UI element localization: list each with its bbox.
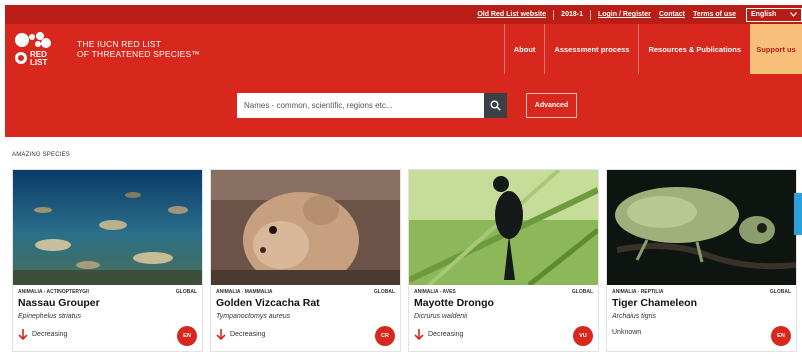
population-trend: Decreasing — [216, 329, 265, 340]
scope-label: GLOBAL — [373, 289, 395, 295]
taxonomy-label: ANIMALIA - MAMMALIA — [216, 289, 273, 295]
chevron-down-icon — [790, 12, 797, 17]
nav-resources-publications[interactable]: Resources & Publications — [638, 24, 750, 74]
old-site-link[interactable]: Old Red List website — [473, 11, 550, 18]
trend-label: Unknown — [612, 329, 642, 336]
terms-link[interactable]: Terms of use — [689, 11, 740, 18]
common-name[interactable]: Mayotte Drongo — [414, 297, 494, 309]
language-value: English — [751, 11, 777, 18]
divider — [553, 9, 555, 20]
scientific-name: Dicrurus waldenii — [414, 313, 468, 320]
common-name[interactable]: Golden Vizcacha Rat — [216, 297, 320, 309]
species-card[interactable]: ANIMALIA - REPTILIA GLOBAL Tiger Chamele… — [606, 169, 797, 352]
species-card[interactable]: ANIMALIA - AVES GLOBAL Mayotte Drongo Di… — [408, 169, 599, 352]
brand-line-2: OF THREATENED SPECIES™ — [77, 49, 201, 59]
svg-text:LIST: LIST — [30, 58, 47, 67]
section-title: AMAZING SPECIES — [12, 152, 71, 158]
brand-title[interactable]: THE IUCN RED LIST OF THREATENED SPECIES™ — [77, 39, 200, 59]
search-button[interactable] — [484, 93, 507, 118]
feedback-tab[interactable] — [794, 193, 802, 235]
search-band: Names - common, scientific, regions etc.… — [5, 74, 802, 137]
species-photo — [409, 170, 598, 285]
brand-line-1: THE IUCN RED LIST — [77, 39, 162, 49]
arrow-down-icon — [18, 329, 28, 340]
advanced-search-button[interactable]: Advanced — [526, 93, 577, 118]
taxonomy-label: ANIMALIA - AVES — [414, 289, 456, 295]
version-label: 2018-1 — [561, 11, 583, 18]
search-icon — [490, 100, 501, 111]
species-card[interactable]: ANIMALIA - ACTINOPTERYGII GLOBAL Nassau … — [12, 169, 203, 352]
common-name[interactable]: Nassau Grouper — [18, 297, 100, 309]
arrow-down-icon — [414, 329, 424, 340]
scientific-name: Tympanoctomys aureus — [216, 313, 291, 320]
taxonomy-label: ANIMALIA - REPTILIA — [612, 289, 664, 295]
category-badge: VU — [573, 326, 593, 346]
trend-label: Decreasing — [32, 331, 68, 338]
category-badge: CR — [375, 326, 395, 346]
species-photo — [607, 170, 796, 285]
trend-label: Decreasing — [230, 331, 266, 338]
population-trend: Decreasing — [414, 329, 463, 340]
scope-label: GLOBAL — [571, 289, 593, 295]
site-header: RED LIST THE IUCN RED LIST OF THREATENED… — [5, 24, 802, 74]
nav-about[interactable]: About — [503, 24, 545, 74]
scope-label: GLOBAL — [175, 289, 197, 295]
category-badge: EN — [177, 326, 197, 346]
divider — [589, 9, 591, 20]
search-input[interactable]: Names - common, scientific, regions etc.… — [237, 93, 484, 118]
red-list-logo-icon[interactable]: RED LIST — [13, 31, 55, 67]
scientific-name: Epinephelus striatus — [18, 313, 82, 320]
scope-label: GLOBAL — [769, 289, 791, 295]
population-trend: Unknown — [612, 329, 641, 336]
nav-assessment-process[interactable]: Assessment process — [544, 24, 638, 74]
species-photo — [211, 170, 400, 285]
top-utility-bar: Old Red List website 2018-1 Login / Regi… — [5, 5, 802, 24]
language-select[interactable]: English — [746, 7, 802, 22]
species-photo — [13, 170, 202, 285]
arrow-down-icon — [216, 329, 226, 340]
contact-link[interactable]: Contact — [655, 11, 689, 18]
common-name[interactable]: Tiger Chameleon — [612, 297, 697, 309]
scientific-name: Archaius tigris — [612, 313, 656, 320]
login-link[interactable]: Login / Register — [594, 11, 655, 18]
main-nav: About Assessment process Resources & Pub… — [503, 24, 802, 74]
trend-label: Decreasing — [428, 331, 464, 338]
category-badge: EN — [771, 326, 791, 346]
taxonomy-label: ANIMALIA - ACTINOPTERYGII — [18, 289, 89, 295]
nav-support-us[interactable]: Support us — [750, 24, 802, 74]
utility-links: Old Red List website 2018-1 Login / Regi… — [473, 5, 802, 24]
species-card[interactable]: ANIMALIA - MAMMALIA GLOBAL Golden Vizcac… — [210, 169, 401, 352]
population-trend: Decreasing — [18, 329, 67, 340]
